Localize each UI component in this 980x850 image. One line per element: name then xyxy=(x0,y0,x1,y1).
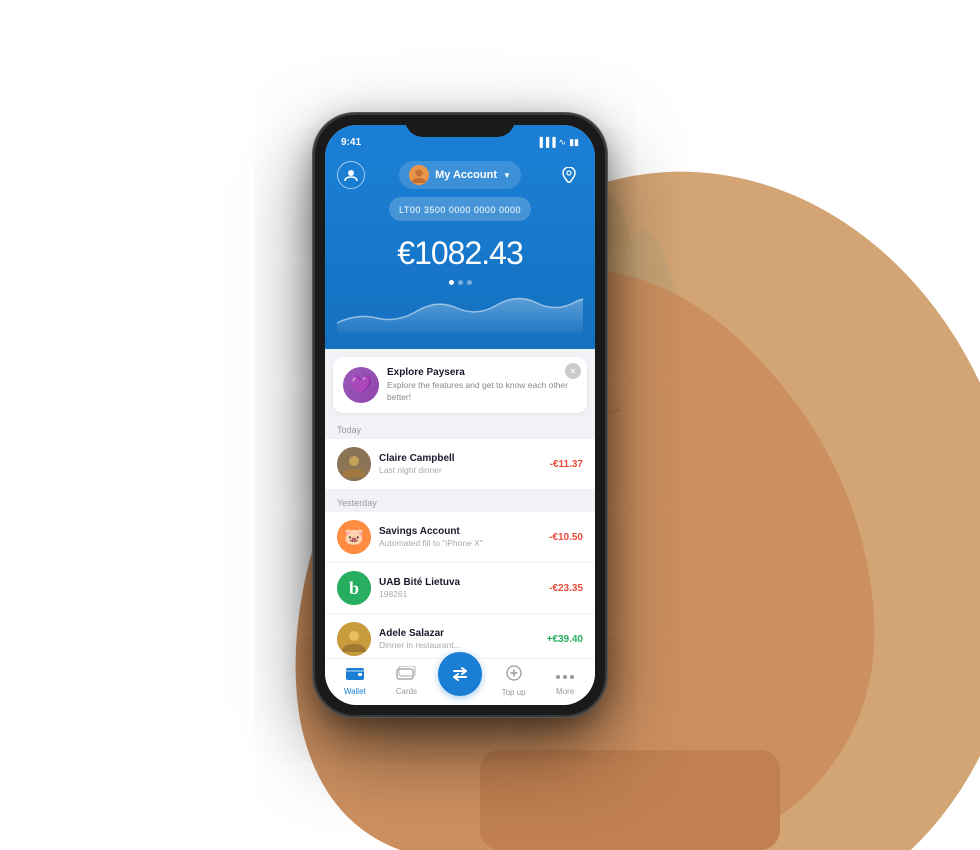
status-time: 9:41 xyxy=(341,137,361,148)
topup-icon xyxy=(506,665,522,686)
tab-more[interactable]: More xyxy=(545,667,585,696)
svg-text:b: b xyxy=(349,578,359,598)
wifi-icon: ∿ xyxy=(559,137,567,148)
savings-amount: -€10.50 xyxy=(549,532,583,543)
transaction-claire[interactable]: Claire Campbell Last night dinner -€11.3… xyxy=(325,439,595,489)
phone-device: 9:41 ▐▐▐ ∿ ▮▮ xyxy=(315,115,605,715)
uab-desc: 198261 xyxy=(379,589,541,599)
section-today: Today xyxy=(325,417,595,439)
savings-desc: Automated fill to "iPhone X" xyxy=(379,538,541,548)
uab-avatar: b xyxy=(337,571,371,605)
more-label: More xyxy=(556,687,574,696)
page-dots xyxy=(337,280,583,285)
uab-info: UAB Bité Lietuva 198261 xyxy=(379,577,541,599)
savings-name: Savings Account xyxy=(379,526,541,537)
profile-icon[interactable] xyxy=(337,161,365,189)
account-selector-row: My Account ▼ xyxy=(337,161,583,189)
status-icons: ▐▐▐ ∿ ▮▮ xyxy=(536,137,579,148)
phone-screen: 9:41 ▐▐▐ ∿ ▮▮ xyxy=(325,125,595,705)
dot-2 xyxy=(458,280,463,285)
dot-1 xyxy=(449,280,454,285)
wallet-label: Wallet xyxy=(344,687,366,696)
explore-close-button[interactable]: ✕ xyxy=(565,363,581,379)
account-pill[interactable]: My Account ▼ xyxy=(399,161,521,189)
tab-transfer[interactable] xyxy=(438,666,482,696)
adele-name: Adele Salazar xyxy=(379,628,539,639)
explore-title: Explore Paysera xyxy=(387,367,577,378)
cards-label: Cards xyxy=(396,687,417,696)
account-name: My Account xyxy=(435,169,497,181)
explore-icon: 💜 xyxy=(343,367,379,403)
tab-topup[interactable]: Top up xyxy=(494,665,534,697)
svg-text:🐷: 🐷 xyxy=(344,529,364,546)
more-icon xyxy=(555,667,575,685)
transaction-savings[interactable]: 🐷 Savings Account Automated fill to "iPh… xyxy=(325,512,595,562)
savings-info: Savings Account Automated fill to "iPhon… xyxy=(379,526,541,548)
chevron-down-icon: ▼ xyxy=(503,171,511,180)
explore-subtitle: Explore the features and get to know eac… xyxy=(387,380,577,402)
uab-amount: -€23.35 xyxy=(549,583,583,594)
dot-3 xyxy=(467,280,472,285)
tab-cards[interactable]: Cards xyxy=(386,666,426,696)
signal-icon: ▐▐▐ xyxy=(536,137,555,147)
iban-badge[interactable]: LT00 3500 0000 0000 0000 xyxy=(389,197,531,221)
iban-row: LT00 3500 0000 0000 0000 xyxy=(337,197,583,229)
savings-avatar: 🐷 xyxy=(337,520,371,554)
iban-text: LT00 3500 0000 0000 0000 xyxy=(399,205,521,215)
topup-label: Top up xyxy=(502,688,526,697)
claire-avatar xyxy=(337,447,371,481)
account-avatar xyxy=(409,165,429,185)
cards-icon xyxy=(396,666,416,685)
wallet-icon xyxy=(346,666,364,685)
explore-banner: 💜 Explore Paysera Explore the features a… xyxy=(333,357,587,413)
explore-text-block: Explore Paysera Explore the features and… xyxy=(387,367,577,402)
adele-avatar xyxy=(337,622,371,656)
adele-desc: Dinner in restaurant... xyxy=(379,640,539,650)
adele-info: Adele Salazar Dinner in restaurant... xyxy=(379,628,539,650)
battery-icon: ▮▮ xyxy=(569,137,579,148)
content-area[interactable]: 💜 Explore Paysera Explore the features a… xyxy=(325,349,595,658)
tab-bar: Wallet Cards xyxy=(325,658,595,705)
claire-info: Claire Campbell Last night dinner xyxy=(379,453,542,475)
adele-amount: +€39.40 xyxy=(547,634,583,645)
claire-amount: -€11.37 xyxy=(550,459,583,470)
wave-chart xyxy=(337,293,583,333)
header-area: My Account ▼ LT00 3500 0000 0000 0000 xyxy=(325,155,595,349)
scene: 9:41 ▐▐▐ ∿ ▮▮ xyxy=(0,0,980,850)
section-yesterday: Yesterday xyxy=(325,490,595,512)
location-icon[interactable] xyxy=(555,161,583,189)
tab-wallet[interactable]: Wallet xyxy=(335,666,375,696)
claire-name: Claire Campbell xyxy=(379,453,542,464)
notch xyxy=(405,115,515,137)
transfer-button[interactable] xyxy=(438,652,482,696)
balance-display: €1082.43 xyxy=(337,235,583,272)
claire-desc: Last night dinner xyxy=(379,465,542,475)
uab-name: UAB Bité Lietuva xyxy=(379,577,541,588)
transaction-uab[interactable]: b UAB Bité Lietuva 198261 -€23.35 xyxy=(325,563,595,613)
